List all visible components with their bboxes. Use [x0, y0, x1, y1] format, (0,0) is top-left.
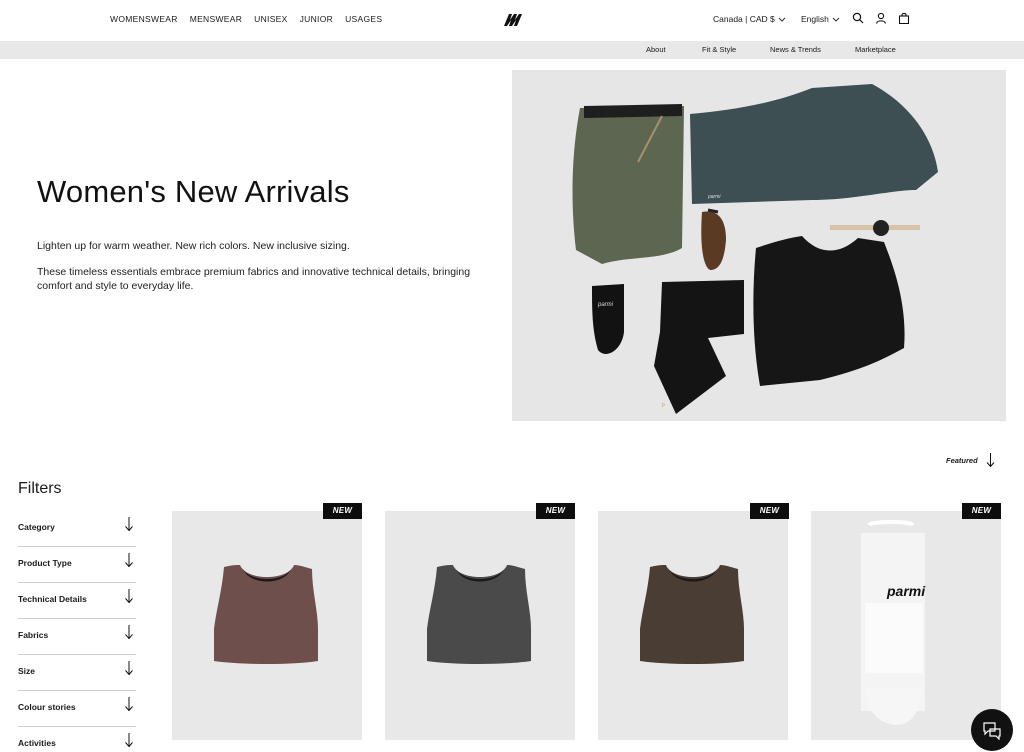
hero-intro-text: Lighten up for warm weather. New rich co… — [37, 240, 350, 252]
product-image — [640, 565, 744, 664]
arrow-down-icon — [125, 625, 133, 639]
page-title: Women's New Arrivals — [37, 174, 350, 209]
subnav-fit-style[interactable]: Fit & Style — [702, 45, 736, 54]
locale-selector[interactable]: Canada | CAD $ — [713, 14, 786, 24]
chat-button[interactable] — [971, 709, 1013, 751]
chat-icon — [983, 722, 1001, 740]
filter-label: Product Type — [18, 558, 72, 568]
filter-technical-details[interactable]: Technical Details — [18, 583, 136, 619]
arrow-down-icon — [125, 589, 133, 603]
arrow-down-icon — [125, 517, 133, 531]
product-card[interactable] — [385, 511, 575, 740]
product-card[interactable] — [172, 511, 362, 740]
nav-usages[interactable]: USAGES — [345, 14, 382, 24]
product-image — [861, 520, 925, 725]
arrow-down-icon — [125, 553, 133, 567]
svg-text:parmi: parmi — [597, 302, 614, 308]
search-icon[interactable] — [852, 12, 864, 24]
locale-label: Canada | CAD $ — [713, 14, 775, 24]
arrow-down-icon — [125, 697, 133, 711]
new-badge: NEW — [750, 503, 789, 519]
filter-label: Colour stories — [18, 702, 76, 712]
product-image — [214, 565, 318, 664]
chevron-down-icon — [778, 17, 786, 22]
product-card[interactable] — [598, 511, 788, 740]
language-selector[interactable]: English — [801, 14, 840, 24]
chevron-down-icon — [832, 17, 840, 22]
main-nav: WOMENSWEAR MENSWEAR UNISEX JUNIOR USAGES — [110, 14, 382, 24]
svg-text:parmi: parmi — [707, 194, 721, 200]
top-header: WOMENSWEAR MENSWEAR UNISEX JUNIOR USAGES… — [0, 0, 1024, 41]
filter-label: Size — [18, 666, 36, 676]
subnav-about[interactable]: About — [646, 45, 666, 54]
bag-icon[interactable] — [898, 12, 910, 24]
nav-womenswear[interactable]: WOMENSWEAR — [110, 14, 178, 24]
filter-fabrics[interactable]: Fabrics — [18, 619, 136, 655]
filter-label: Category — [18, 522, 55, 532]
filter-label: Activities — [18, 738, 56, 748]
filter-category[interactable]: Category — [18, 511, 136, 547]
product-card[interactable]: parmi — [811, 511, 1001, 740]
filter-label: Fabrics — [18, 630, 49, 640]
product-image — [427, 565, 531, 664]
arrow-down-icon — [125, 733, 133, 747]
filter-activities[interactable]: Activities — [18, 727, 136, 752]
language-label: English — [801, 14, 829, 24]
nav-menswear[interactable]: MENSWEAR — [190, 14, 242, 24]
filter-label: Technical Details — [18, 594, 87, 604]
subnav-marketplace[interactable]: Marketplace — [855, 45, 896, 54]
flat-lay-illustration: parmi p parmi — [572, 84, 938, 414]
svg-text:p: p — [662, 402, 665, 408]
hero-image: parmi p parmi — [512, 70, 1006, 421]
new-badge: NEW — [536, 503, 575, 519]
filter-size[interactable]: Size — [18, 655, 136, 691]
hero-description-text: These timeless essentials embrace premiu… — [37, 266, 471, 292]
nav-unisex[interactable]: UNISEX — [254, 14, 287, 24]
sort-label: Featured — [946, 455, 978, 465]
new-badge: NEW — [323, 503, 362, 519]
filters-title: Filters — [18, 480, 62, 497]
secondary-nav: About Fit & Style News & Trends Marketpl… — [0, 41, 1024, 59]
filter-product-type[interactable]: Product Type — [18, 547, 136, 583]
subnav-news-trends[interactable]: News & Trends — [770, 45, 821, 54]
product-brand-text: parmi — [887, 583, 926, 599]
arrow-down-icon — [125, 661, 133, 675]
sort-dropdown[interactable]: Featured — [946, 452, 995, 468]
arrow-down-icon — [986, 453, 995, 468]
nav-junior[interactable]: JUNIOR — [300, 14, 333, 24]
account-icon[interactable] — [875, 12, 887, 24]
new-badge: NEW — [962, 503, 1001, 519]
filter-colour-stories[interactable]: Colour stories — [18, 691, 136, 727]
brand-logo-icon[interactable] — [503, 12, 523, 27]
